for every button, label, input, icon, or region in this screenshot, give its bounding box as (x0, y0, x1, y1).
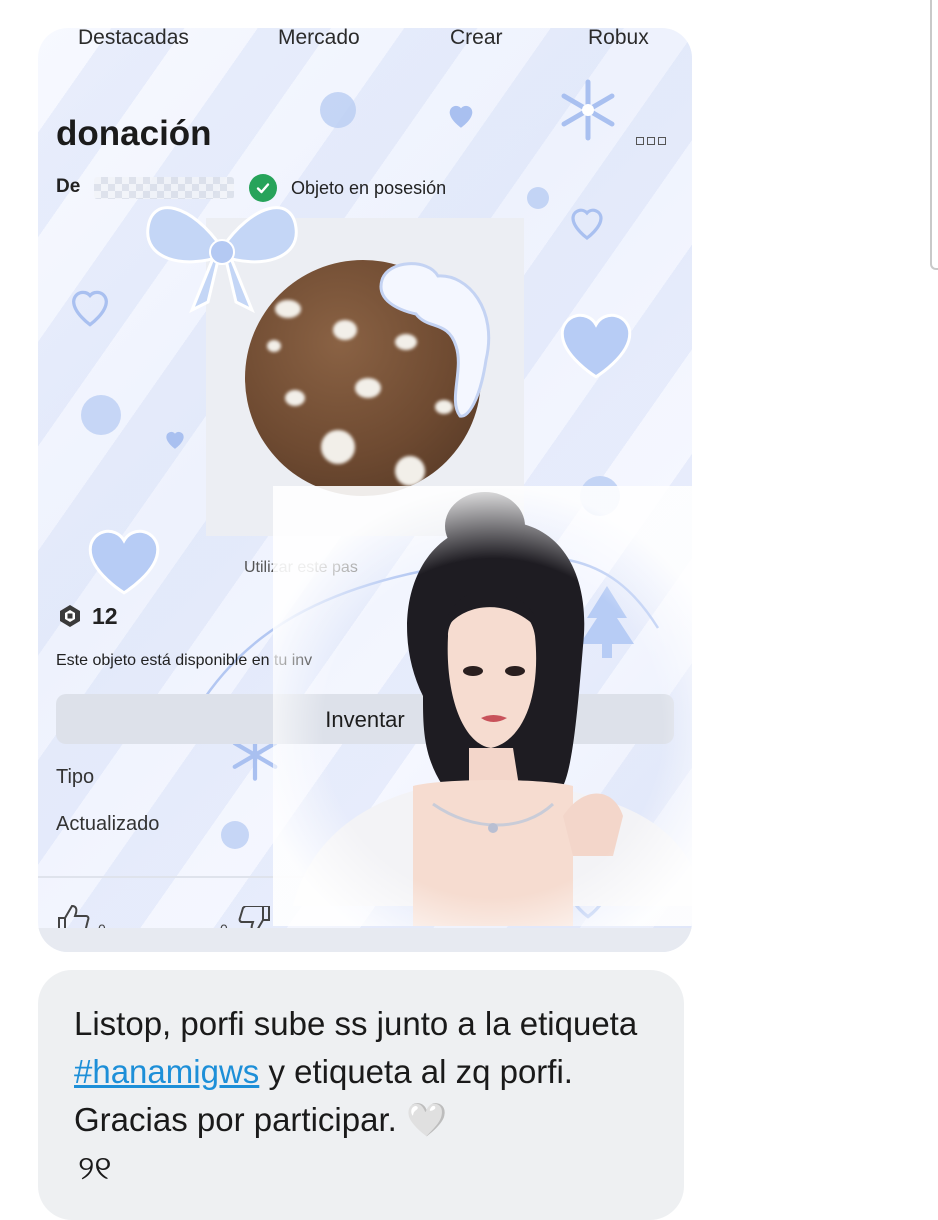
creator-name-censored[interactable] (94, 177, 234, 199)
scrollbar[interactable] (930, 0, 938, 270)
hashtag-link[interactable]: #hanamigws (74, 1053, 259, 1090)
item-title: donación (56, 114, 212, 153)
nav-featured[interactable]: Destacadas (78, 28, 189, 50)
footer-bar (38, 928, 692, 952)
nav-create[interactable]: Crear (450, 28, 503, 50)
top-nav: Destacadas Mercado Crear Robux (38, 28, 692, 68)
by-label: De (56, 176, 81, 197)
reply-emoji-line: ୨୧ (78, 1149, 112, 1186)
checkmark-icon (249, 174, 277, 202)
more-options-icon[interactable] (636, 137, 666, 145)
nav-robux[interactable]: Robux (588, 28, 649, 50)
price-row: 12 (58, 602, 258, 632)
reply-text-start: Listop, porfi sube ss junto a la etiquet… (74, 1005, 638, 1042)
updated-label: Actualizado (56, 813, 160, 835)
owned-label: Objeto en posesión (291, 178, 447, 198)
reply-message: Listop, porfi sube ss junto a la etiquet… (74, 1000, 664, 1192)
robux-icon (60, 605, 80, 627)
reply-bubble: Listop, porfi sube ss junto a la etiquet… (38, 970, 684, 1220)
price-value: 12 (92, 603, 118, 629)
type-label: Tipo (56, 766, 95, 788)
nav-marketplace[interactable]: Mercado (278, 28, 360, 50)
item-card: Destacadas Mercado Crear Robux donación … (38, 28, 692, 952)
item-thumbnail (245, 260, 481, 496)
creator-row: De Objeto en posesión (56, 174, 476, 202)
person-sticker (273, 486, 692, 926)
